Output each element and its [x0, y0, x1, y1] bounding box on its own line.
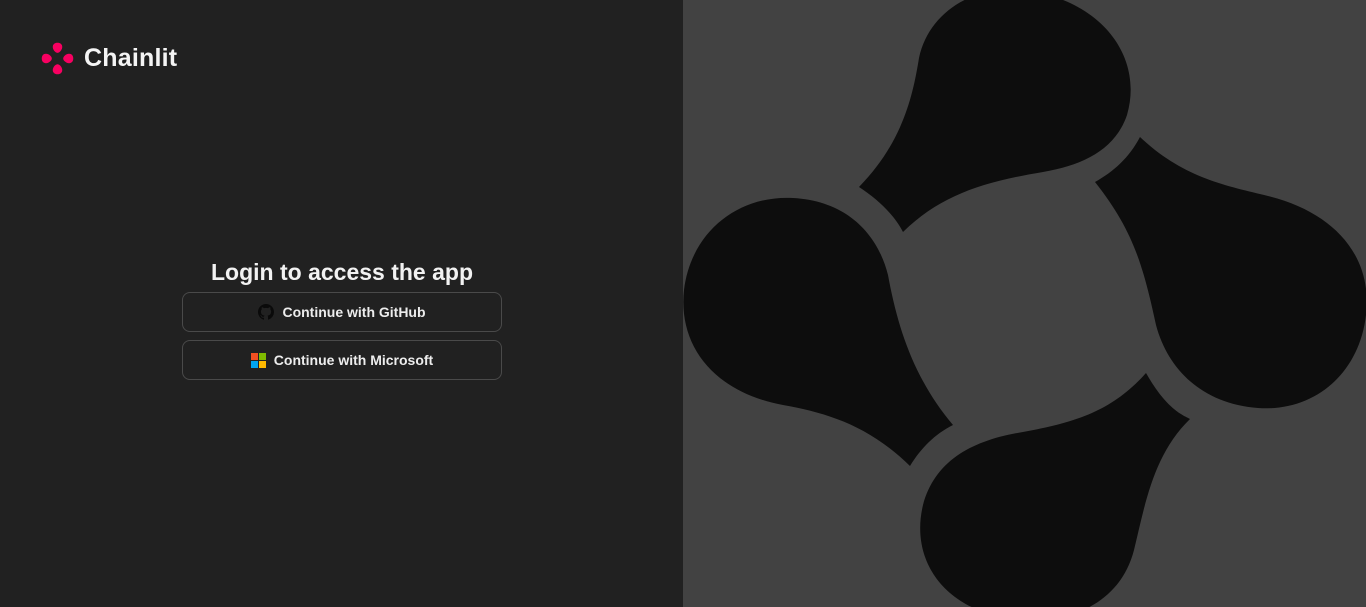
login-panel: Chainlit Login to access the app Continu…	[0, 0, 683, 607]
hero-panel	[683, 0, 1366, 607]
github-icon	[258, 304, 275, 320]
brand-name: Chainlit	[84, 44, 178, 72]
microsoft-login-label: Continue with Microsoft	[273, 352, 434, 368]
chainlit-hero-logo-icon	[683, 0, 1366, 607]
brand: Chainlit	[40, 40, 177, 76]
login-form: Login to access the app Continue with Gi…	[182, 252, 502, 380]
github-login-button[interactable]: Continue with GitHub	[182, 292, 502, 332]
page-title: Login to access the app	[211, 259, 473, 285]
github-login-label: Continue with GitHub	[282, 304, 426, 320]
microsoft-login-button[interactable]: Continue with Microsoft	[182, 340, 502, 380]
chainlit-logo-icon	[41, 42, 74, 74]
login-page: Chainlit Login to access the app Continu…	[0, 0, 1366, 607]
microsoft-icon	[250, 352, 266, 368]
